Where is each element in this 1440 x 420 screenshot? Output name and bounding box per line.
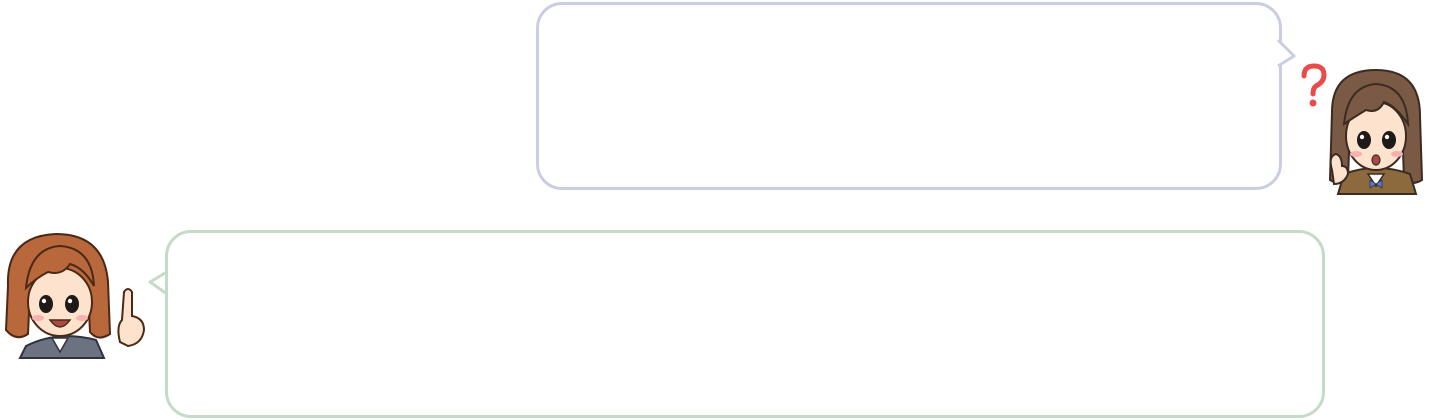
question-mark-icon <box>1301 63 1327 107</box>
teacher-avatar-icon <box>0 226 150 359</box>
student-avatar-icon <box>1292 62 1440 195</box>
teacher-speech-bubble <box>165 230 1325 418</box>
